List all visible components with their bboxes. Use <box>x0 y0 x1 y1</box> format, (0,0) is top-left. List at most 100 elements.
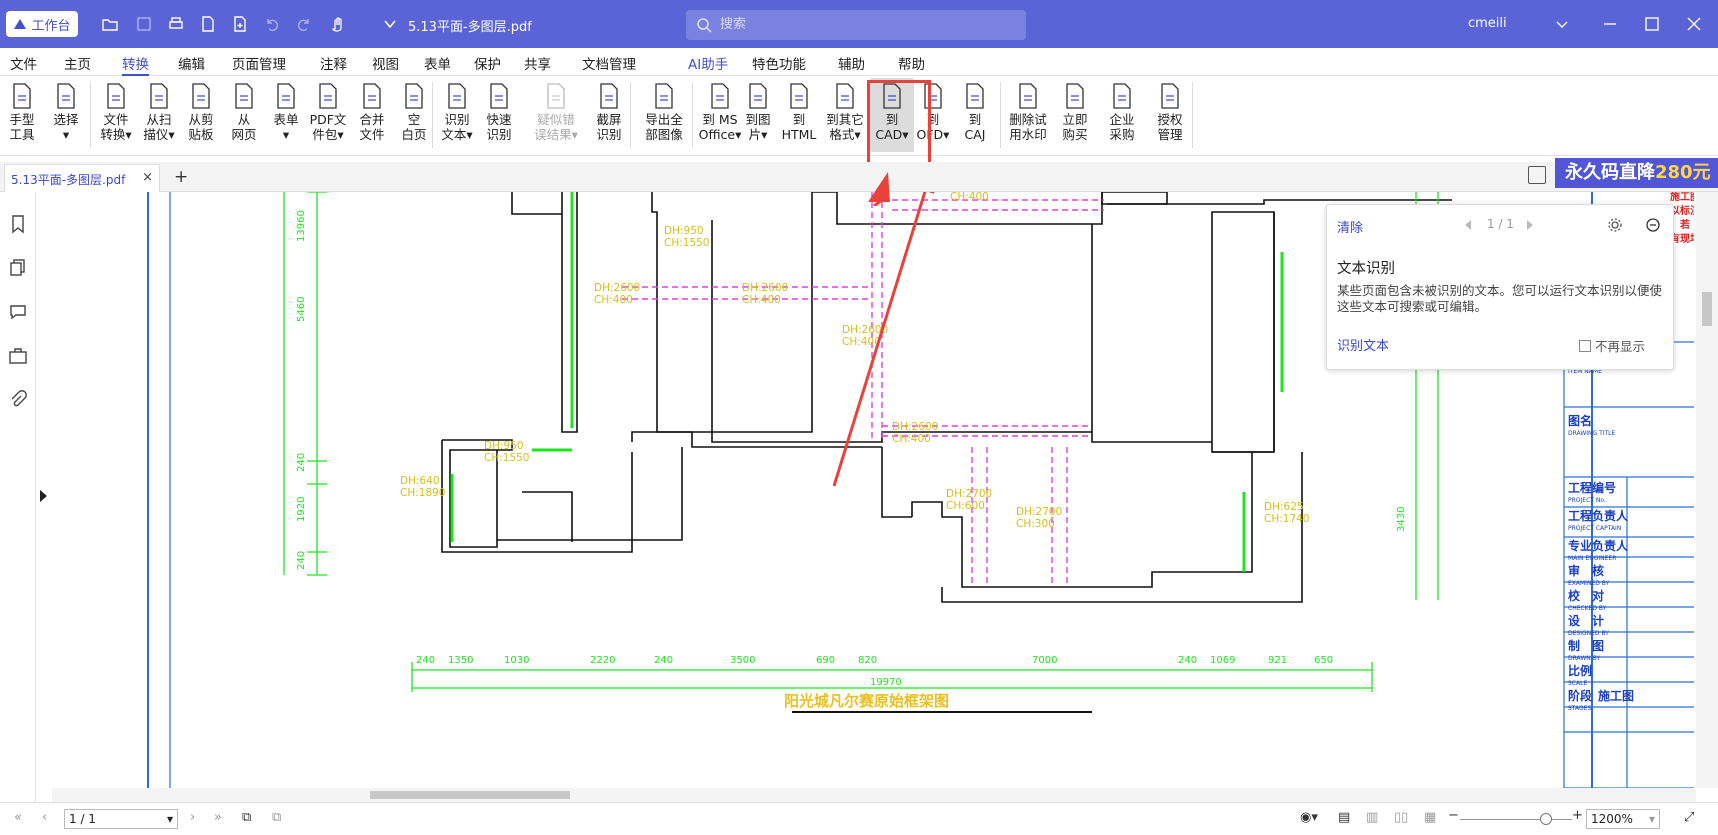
menu-0[interactable]: 文件 <box>10 53 37 73</box>
open-folder-icon[interactable] <box>100 14 120 34</box>
two-page-continuous-icon[interactable]: ▦ <box>1424 810 1436 825</box>
ribbon-btn-web[interactable]: 从网页 <box>222 78 266 152</box>
continuous-page-icon[interactable]: ▥ <box>1366 810 1378 825</box>
dont-show-again-checkbox[interactable]: 不再显示 <box>1579 336 1645 355</box>
ribbon-btn-quick-ocr[interactable]: 快速 识别 <box>478 78 520 152</box>
ribbon-btn-merge[interactable]: 合并 文件 <box>350 78 394 152</box>
expand-sidebar-icon[interactable] <box>40 490 47 502</box>
minimize-icon[interactable] <box>1600 14 1620 34</box>
next-page-button-icon[interactable]: › <box>190 810 195 825</box>
first-page-icon[interactable]: « <box>14 810 22 825</box>
menu-8[interactable]: 保护 <box>474 53 501 73</box>
new-doc-icon[interactable] <box>198 14 218 34</box>
toolbox-icon[interactable] <box>8 346 28 366</box>
ribbon-btn-hand[interactable]: 手型 工具 <box>2 78 42 152</box>
promo-banner[interactable]: 永久码直降280元 <box>1555 158 1718 188</box>
last-page-icon[interactable]: » <box>214 810 222 825</box>
menu-14[interactable]: 帮助 <box>898 53 925 73</box>
collapse-panel-icon[interactable] <box>1645 217 1661 233</box>
menu-4[interactable]: 页面管理 <box>232 53 286 73</box>
ribbon-btn-cart[interactable]: 立即 购买 <box>1054 78 1096 152</box>
next-page-icon[interactable] <box>1525 219 1535 231</box>
ribbon-btn-remove-watermark[interactable]: 删除试 用水印 <box>1004 78 1052 152</box>
redo-icon[interactable] <box>294 14 314 34</box>
user-name[interactable]: cmeili <box>1468 16 1507 31</box>
zoom-dropdown-icon[interactable]: ▾ <box>1649 812 1655 826</box>
undo-icon[interactable] <box>262 14 282 34</box>
ribbon-btn-to-html[interactable]: 到 HTML <box>778 78 820 152</box>
save-icon[interactable] <box>134 14 154 34</box>
close-window-icon[interactable] <box>1684 14 1704 34</box>
quick-access-dropdown-icon[interactable] <box>380 14 400 34</box>
document-tab[interactable]: 5.13平面-多图层.pdf × <box>4 164 160 192</box>
pages-icon[interactable] <box>8 258 28 278</box>
ribbon-btn-to-caj[interactable]: 到 CAJ <box>954 78 996 152</box>
menu-3[interactable]: 编辑 <box>178 53 205 73</box>
fullscreen-icon[interactable]: ⤢ <box>1684 810 1694 825</box>
attachment-icon[interactable] <box>8 390 28 410</box>
vertical-scroll-thumb[interactable] <box>1702 292 1712 326</box>
ribbon-btn-select-text[interactable]: 选择 ▾ <box>44 78 88 152</box>
ribbon-btn-blank-page[interactable]: 空白页 <box>394 78 434 152</box>
ribbon-btn-pdf-package[interactable]: PDF文 件包▾ <box>306 78 350 152</box>
bookmark-icon[interactable] <box>8 214 28 234</box>
clear-button[interactable]: 清除 <box>1337 217 1363 236</box>
horizontal-scrollbar[interactable] <box>52 788 1696 802</box>
search-input[interactable]: 搜索 <box>686 10 1026 40</box>
zoom-out-icon[interactable]: − <box>1448 808 1459 823</box>
ribbon-btn-to-image[interactable]: 到图 片▾ <box>738 78 778 152</box>
ribbon-btn-screenshot-ocr[interactable]: 截屏 识别 <box>586 78 632 152</box>
settings-gear-icon[interactable] <box>1607 217 1623 233</box>
menu-5[interactable]: 注释 <box>320 53 347 73</box>
page-number-input[interactable]: 1 / 1 ▾ <box>64 809 178 829</box>
menu-13[interactable]: 辅助 <box>838 53 865 73</box>
ribbon-btn-export-images[interactable]: 导出全 部图像 <box>634 78 694 152</box>
horizontal-scroll-thumb[interactable] <box>370 791 570 799</box>
ribbon-btn-clipboard[interactable]: 从剪 贴板 <box>180 78 222 152</box>
vertical-scrollbar[interactable] <box>1696 192 1718 788</box>
ribbon-label-line2: 转换▾ <box>100 127 132 142</box>
ribbon-btn-to-office[interactable]: 到 MS Office▾ <box>696 78 744 152</box>
hand-tool-icon[interactable] <box>328 14 348 34</box>
menu-10[interactable]: 文档管理 <box>582 53 636 73</box>
ribbon-btn-enterprise-bag[interactable]: 企业 采购 <box>1100 78 1144 152</box>
ribbon-label-line1: 从剪 <box>188 112 214 127</box>
two-page-icon[interactable]: ▯▯ <box>1394 810 1408 825</box>
menu-12[interactable]: 特色功能 <box>752 53 806 73</box>
prev-page-button-icon[interactable]: ‹ <box>42 810 47 825</box>
ribbon-btn-suspect[interactable]: 疑似错 误结果▾ <box>528 78 584 152</box>
page-view-icon[interactable]: ⧉ <box>272 810 281 825</box>
add-doc-icon[interactable] <box>230 14 250 34</box>
page-dropdown-icon[interactable]: ▾ <box>167 812 173 826</box>
menu-11[interactable]: AI助手 <box>688 53 728 73</box>
menu-1[interactable]: 主页 <box>64 53 91 73</box>
new-tab-button[interactable]: + <box>174 167 188 187</box>
prev-page-icon[interactable] <box>1463 219 1473 231</box>
menu-2[interactable]: 转换 <box>122 53 149 76</box>
menu-6[interactable]: 视图 <box>372 53 399 73</box>
print-icon[interactable] <box>166 14 186 34</box>
workspace-button[interactable]: 工作台 <box>6 11 78 37</box>
zoom-input[interactable]: 1200% ▾ <box>1586 809 1660 829</box>
ribbon-btn-scanner[interactable]: 从扫 描仪▾ <box>138 78 180 152</box>
ribbon-btn-form[interactable]: 表单 ▾ <box>266 78 306 152</box>
zoom-slider-handle[interactable] <box>1540 813 1552 825</box>
menu-9[interactable]: 共享 <box>524 53 551 73</box>
ribbon-btn-file-convert[interactable]: 文件 转换▾ <box>94 78 138 152</box>
panel-toggle-icon[interactable] <box>1528 166 1546 184</box>
zoom-in-icon[interactable]: + <box>1572 808 1583 823</box>
single-page-icon[interactable]: ▤ <box>1338 810 1350 825</box>
maximize-icon[interactable] <box>1642 14 1662 34</box>
checkbox-box[interactable] <box>1579 339 1591 352</box>
ribbon-btn-to-other[interactable]: 到其它 格式▾ <box>820 78 870 152</box>
recognize-text-link[interactable]: 识别文本 <box>1337 335 1389 354</box>
ribbon-btn-license[interactable]: 授权 管理 <box>1146 78 1194 152</box>
tab-close-icon[interactable]: × <box>142 170 153 185</box>
copy-page-icon[interactable]: ⧉ <box>242 810 251 825</box>
menu-7[interactable]: 表单 <box>424 53 451 73</box>
user-dropdown-icon[interactable] <box>1552 14 1572 34</box>
zoom-slider-track[interactable] <box>1460 819 1572 820</box>
ribbon-btn-ocr[interactable]: 识别 文本▾ <box>436 78 478 152</box>
comment-icon[interactable] <box>8 302 28 322</box>
eye-view-icon[interactable]: ◉▾ <box>1300 810 1318 825</box>
